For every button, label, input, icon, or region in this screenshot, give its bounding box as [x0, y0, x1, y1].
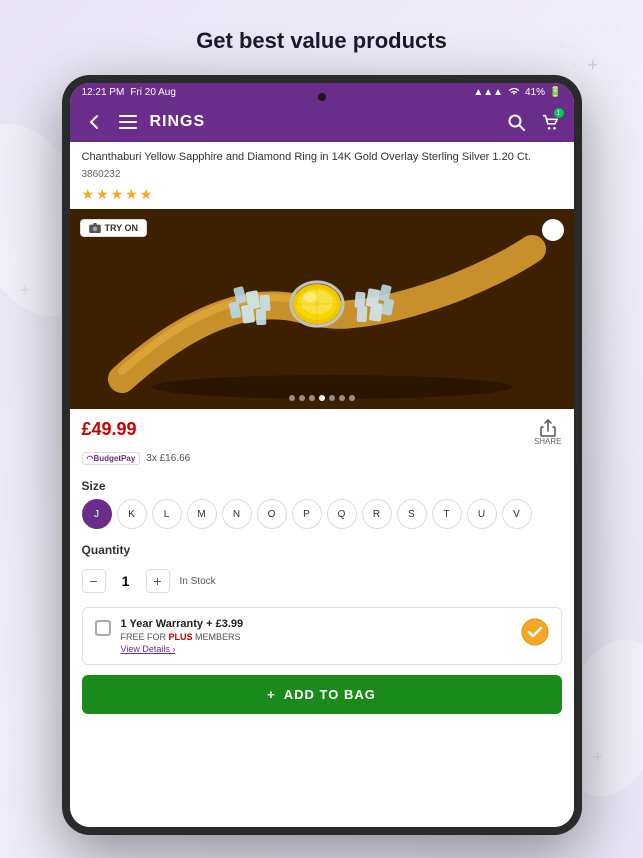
try-on-label: TRY ON — [105, 223, 139, 233]
size-option-o[interactable]: O — [257, 499, 287, 529]
product-rating: ★★★★★ — [70, 184, 574, 209]
product-image — [70, 209, 574, 409]
quantity-label: Quantity — [82, 543, 562, 563]
size-option-t[interactable]: T — [432, 499, 462, 529]
status-time: 12:21 PM — [82, 87, 125, 98]
tablet-camera — [318, 93, 326, 101]
product-price: £49.99 — [82, 419, 137, 440]
image-dots — [289, 395, 355, 401]
nav-title: RINGS — [150, 113, 494, 131]
budget-pay-amount: 3x £16.66 — [146, 453, 190, 464]
product-content: Chanthaburi Yellow Sapphire and Diamond … — [70, 142, 574, 827]
product-image-container: TRY ON — [70, 209, 574, 409]
status-icons: ▲▲▲ 41% 🔋 — [473, 86, 561, 99]
dot-6[interactable] — [339, 395, 345, 401]
nav-bar: RINGS 1 — [70, 102, 574, 142]
tablet-screen: 12:21 PM Fri 20 Aug ▲▲▲ 41% 🔋 RINGS — [70, 83, 574, 827]
size-option-q[interactable]: Q — [327, 499, 357, 529]
try-on-badge[interactable]: TRY ON — [80, 219, 148, 237]
size-option-u[interactable]: U — [467, 499, 497, 529]
size-grid: JKLMNOPQRSTUV — [70, 499, 574, 539]
budget-pay: ◠BudgetPay 3x £16.66 — [70, 450, 574, 473]
plus-label: PLUS — [169, 632, 193, 642]
dot-7[interactable] — [349, 395, 355, 401]
warranty-info: 1 Year Warranty + £3.99 FREE FOR PLUS ME… — [121, 618, 511, 654]
budget-pay-logo: ◠BudgetPay — [82, 452, 141, 465]
share-label: SHARE — [534, 437, 562, 446]
size-option-m[interactable]: M — [187, 499, 217, 529]
size-option-l[interactable]: L — [152, 499, 182, 529]
size-option-k[interactable]: K — [117, 499, 147, 529]
stock-status: In Stock — [180, 576, 216, 587]
quantity-value: 1 — [116, 573, 136, 589]
warranty-title: 1 Year Warranty + £3.99 — [121, 618, 511, 630]
size-option-v[interactable]: V — [502, 499, 532, 529]
size-option-r[interactable]: R — [362, 499, 392, 529]
quantity-section: Quantity − 1 + In Stock — [70, 539, 574, 603]
product-title: Chanthaburi Yellow Sapphire and Diamond … — [70, 142, 574, 169]
warranty-shield-icon — [521, 618, 549, 646]
size-option-s[interactable]: S — [397, 499, 427, 529]
size-label: Size — [70, 473, 574, 499]
battery-icon: 41% — [525, 87, 545, 98]
signal-icon: ▲▲▲ — [473, 87, 503, 98]
quantity-decrease[interactable]: − — [82, 569, 106, 593]
page-title: Get best value products — [0, 0, 643, 70]
size-option-p[interactable]: P — [292, 499, 322, 529]
quantity-controls: − 1 + In Stock — [82, 569, 562, 593]
product-id: 3860232 — [70, 169, 574, 184]
cart-badge: 1 — [554, 108, 564, 118]
add-icon: + — [267, 687, 276, 702]
dot-1[interactable] — [289, 395, 295, 401]
wifi-icon — [507, 86, 521, 99]
dot-3[interactable] — [309, 395, 315, 401]
search-button[interactable] — [504, 110, 528, 134]
status-date: Fri 20 Aug — [130, 87, 176, 98]
cart-button[interactable]: 1 — [538, 110, 562, 134]
quantity-increase[interactable]: + — [146, 569, 170, 593]
warranty-checkbox[interactable] — [95, 620, 111, 636]
dot-2[interactable] — [299, 395, 305, 401]
menu-button[interactable] — [116, 110, 140, 134]
tablet-frame: 12:21 PM Fri 20 Aug ▲▲▲ 41% 🔋 RINGS — [62, 75, 582, 835]
dot-5[interactable] — [329, 395, 335, 401]
warranty-subtitle: FREE FOR PLUS MEMBERS — [121, 632, 511, 642]
bg-plus-top: + — [587, 55, 598, 76]
dot-4[interactable] — [319, 395, 325, 401]
add-to-bag-label: ADD TO BAG — [284, 687, 376, 702]
size-option-j[interactable]: J — [82, 499, 112, 529]
warranty-section: 1 Year Warranty + £3.99 FREE FOR PLUS ME… — [82, 607, 562, 665]
warranty-link[interactable]: View Details › — [121, 644, 511, 654]
share-button[interactable]: SHARE — [534, 419, 562, 446]
add-to-bag-button[interactable]: + ADD TO BAG — [82, 675, 562, 714]
back-button[interactable] — [82, 110, 106, 134]
size-option-n[interactable]: N — [222, 499, 252, 529]
price-section: £49.99 SHARE — [70, 409, 574, 450]
battery-symbol: 🔋 — [549, 87, 561, 98]
